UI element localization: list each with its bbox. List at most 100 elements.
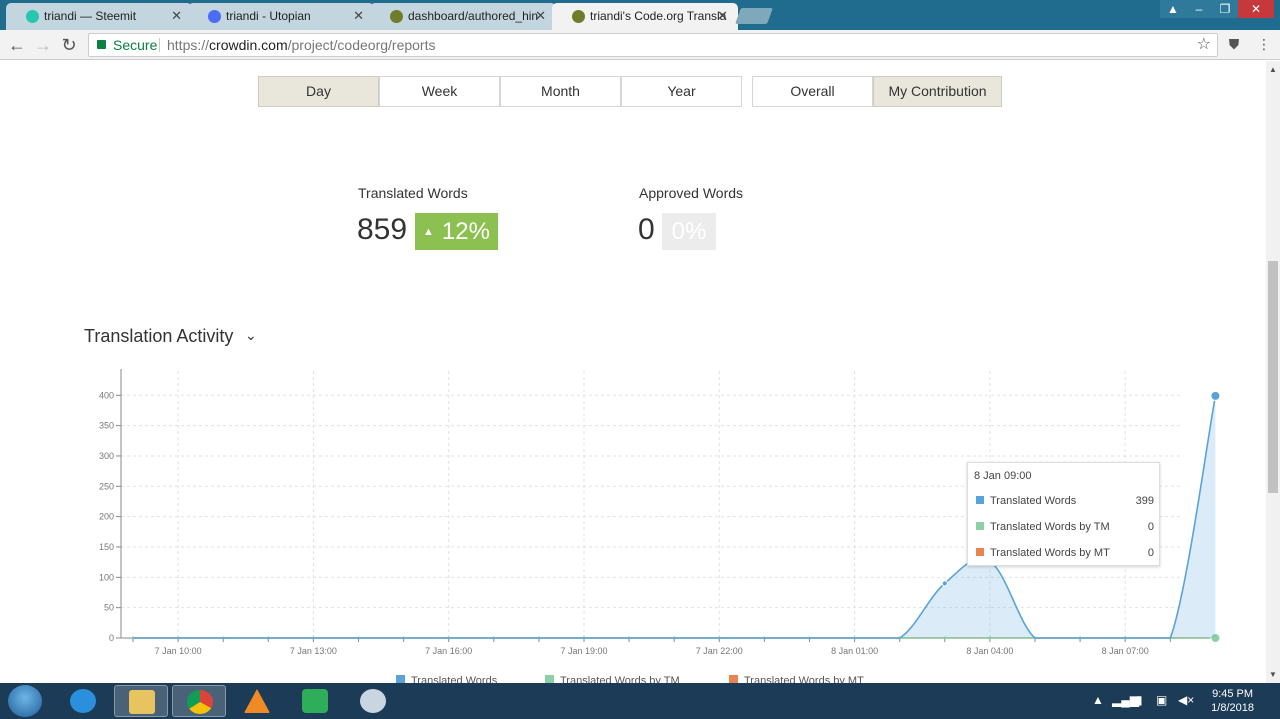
tab-month[interactable]: Month [500,76,621,107]
forward-arrow-icon[interactable]: → [32,34,54,56]
tab-title: dashboard/authored_hin [408,9,539,23]
url-host: crowdin.com [209,37,288,53]
tab-utopian[interactable]: triandi - Utopian ✕ [188,3,374,30]
scrollbar-thumb[interactable] [1268,261,1278,493]
close-tab-icon[interactable]: ✕ [171,8,182,24]
restore-icon[interactable]: ❐ [1212,0,1238,18]
minimize-icon[interactable]: – [1186,0,1212,18]
approved-words-value: 0 [638,213,655,246]
y-tick-label: 400 [99,390,114,400]
y-tick-label: 300 [99,451,114,461]
network-signal-icon[interactable]: ▂▄▆ [1112,693,1139,707]
close-tab-icon[interactable]: ✕ [717,8,728,24]
internet-explorer-icon [70,689,96,713]
tooltip-row-tm: Translated Words by TM 0 [976,521,1154,533]
translation-activity-title[interactable]: Translation Activity [84,326,233,347]
tab-title: triandi — Steemit [44,9,137,23]
security-app-taskbar-button[interactable] [288,685,342,717]
tooltip-row-value: 399 [1135,495,1154,507]
battery-icon[interactable]: ▮ [1136,693,1143,707]
legend-item-mt[interactable]: Translated Words by MT [729,675,864,683]
window-close-icon[interactable]: ✕ [1238,0,1274,18]
tab-year[interactable]: Year [621,76,742,107]
legend-swatch [729,675,738,683]
chevron-down-icon[interactable]: ⌄ [245,327,257,344]
tab-title: triandi's Code.org Transla [590,9,727,23]
translated-change-badge: ▲ 12% [415,213,498,250]
menu-dots-icon[interactable]: ⋮ [1256,36,1272,54]
translated-words-value: 859 [357,213,408,246]
clock-time: 9:45 PM [1212,688,1254,700]
folder-icon [129,690,155,714]
clock-date: 1/8/2018 [1211,702,1254,714]
close-tab-icon[interactable]: ✕ [353,8,364,24]
legend-item-translated[interactable]: Translated Words [396,675,497,683]
data-point [941,580,948,587]
legend-label: Translated Words by TM [560,675,680,683]
scroll-down-icon[interactable]: ▼ [1266,670,1280,679]
legend-item-tm[interactable]: Translated Words by TM [545,675,680,683]
shield-extension-icon[interactable]: ⛊ [1226,36,1242,54]
tooltip-title: 8 Jan 09:00 [974,470,1032,482]
steemit-favicon-icon [26,10,39,23]
legend-swatch [976,496,984,504]
volume-muted-icon[interactable]: ◀× [1178,693,1194,707]
chart-tooltip: 8 Jan 09:00 Translated Words 399 Transla… [967,462,1160,566]
translated-change-value: 12% [441,218,490,245]
utopian-favicon-icon [208,10,221,23]
lock-icon [97,40,106,49]
browser-tab-strip: triandi — Steemit ✕ triandi - Utopian ✕ … [0,0,1280,30]
tooltip-row-mt: Translated Words by MT 0 [976,547,1154,559]
paint-palette-icon [360,689,386,713]
reports-page: Day Week Month Year Overall My Contribut… [0,61,1266,683]
y-tick-label: 350 [99,421,114,431]
approved-words-label: Approved Words [639,185,744,201]
url-path: /project/codeorg/reports [287,37,436,53]
action-center-icon[interactable]: ▣ [1156,693,1167,707]
reload-icon[interactable]: ↻ [58,34,80,56]
tooltip-row-label: Translated Words [990,495,1077,507]
chrome-taskbar-button[interactable] [172,685,226,717]
address-bar[interactable]: Secure https://crowdin.com/project/codeo… [88,33,1218,57]
x-tick-label: 7 Jan 10:00 [155,646,202,656]
tab-steemit[interactable]: triandi — Steemit ✕ [6,3,192,30]
close-tab-icon[interactable]: ✕ [535,8,546,24]
y-tick-label: 200 [99,512,114,522]
tab-day[interactable]: Day [258,76,379,107]
x-tick-label: 8 Jan 07:00 [1102,646,1149,656]
tab-codeorg-reports[interactable]: triandi's Code.org Transla ✕ [552,3,738,30]
y-tick-label: 250 [99,481,114,491]
x-tick-label: 7 Jan 22:00 [696,646,743,656]
url-text: https://crowdin.com/project/codeorg/repo… [167,34,435,56]
start-button-icon[interactable] [8,685,42,717]
windows-taskbar: ▲ ▂▄▆ ▮ ▣ ◀× 9:45 PM 1/8/2018 [0,683,1280,719]
legend-swatch [545,675,554,683]
tab-week[interactable]: Week [379,76,500,107]
internet-explorer-taskbar-button[interactable] [56,685,110,717]
back-arrow-icon[interactable]: ← [6,34,28,56]
y-tick-label: 150 [99,542,114,552]
tab-my-contribution[interactable]: My Contribution [873,76,1002,107]
y-tick-label: 0 [109,633,114,643]
address-separator [159,38,160,52]
up-arrow-icon: ▲ [423,226,434,238]
scroll-up-icon[interactable]: ▲ [1266,65,1280,74]
page-scrollbar[interactable]: ▲ ▼ [1266,61,1280,683]
tab-dashboard[interactable]: dashboard/authored_hin ✕ [370,3,556,30]
url-scheme: https:// [167,37,210,53]
tab-overall[interactable]: Overall [752,76,873,107]
file-explorer-taskbar-button[interactable] [114,685,168,717]
crowdin-favicon-icon [390,10,403,23]
profile-icon[interactable]: ▲ [1160,0,1186,18]
x-tick-label: 8 Jan 01:00 [831,646,878,656]
legend-swatch [976,548,984,556]
x-tick-label: 7 Jan 16:00 [425,646,472,656]
approved-change-badge: 0% [662,213,716,250]
vlc-taskbar-button[interactable] [230,685,284,717]
system-clock[interactable]: 9:45 PM 1/8/2018 [1211,687,1254,715]
new-tab-button[interactable] [735,8,773,24]
paint-taskbar-button[interactable] [346,685,400,717]
bookmark-star-icon[interactable]: ☆ [1197,34,1211,56]
show-hidden-icons-icon[interactable]: ▲ [1092,693,1104,707]
tooltip-row-value: 0 [1147,521,1154,533]
